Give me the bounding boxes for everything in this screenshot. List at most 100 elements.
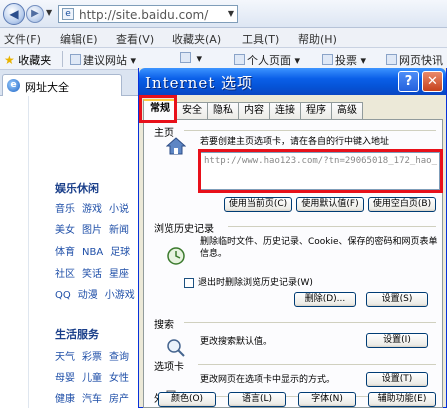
internet-options-dialog: Internet 选项 ? ✕ 常规 安全 隐私 内容 连接 程序 高级 主页 … — [138, 68, 447, 408]
use-default-button[interactable]: 使用默认值(F) — [296, 197, 364, 212]
site-link[interactable]: 体育 — [55, 247, 75, 258]
site-link[interactable]: 音乐 — [55, 204, 75, 215]
close-button[interactable]: ✕ — [422, 71, 443, 92]
home-icon — [166, 137, 186, 155]
site-link[interactable]: QQ — [55, 290, 71, 301]
site-link[interactable]: 健康 — [55, 394, 75, 405]
dialog-tabs: 常规 安全 隐私 内容 连接 程序 高级 — [143, 99, 443, 120]
use-blank-button[interactable]: 使用空白页(B) — [368, 197, 436, 212]
browser-tab[interactable]: e 网址大全 — [2, 74, 122, 96]
fav-link-label: 建议网站 — [83, 54, 127, 67]
address-dropdown-icon[interactable]: ▼ — [228, 9, 234, 18]
site-link[interactable]: 社区 — [55, 269, 75, 280]
site-link[interactable]: 汽车 — [82, 394, 102, 405]
fav-link-personal[interactable]: 个人页面 ▾ — [234, 52, 300, 68]
history-group-title: 浏览历史记录 — [154, 224, 214, 235]
tab-programs[interactable]: 程序 — [300, 102, 332, 119]
site-link[interactable]: 彩票 — [82, 352, 102, 363]
favorites-label: 收藏夹 — [18, 54, 52, 67]
ie-icon: e — [7, 79, 20, 92]
folder-icon — [234, 54, 245, 65]
folder-icon — [322, 54, 333, 65]
history-dropdown-icon[interactable]: ▼ — [46, 8, 52, 17]
site-link[interactable]: 笑话 — [82, 269, 102, 280]
tab-advanced[interactable]: 高级 — [331, 102, 363, 119]
colors-button[interactable]: 颜色(O) — [158, 392, 216, 407]
favorites-bar: ★ 收藏夹 建议网站 ▾ ▾ 个人页面 ▾ 投票 ▾ 网页快讯 — [0, 48, 447, 70]
search-icon — [167, 339, 185, 357]
accessibility-button[interactable]: 辅助功能(E) — [368, 392, 436, 407]
forward-button[interactable]: ▶ — [26, 5, 44, 23]
tabs-group-title: 选项卡 — [154, 362, 184, 373]
site-link[interactable]: 查询 — [109, 352, 129, 363]
site-link[interactable]: NBA — [82, 247, 103, 258]
delete-history-button[interactable]: 删除(D)... — [294, 292, 356, 307]
category-title: 娱乐休闲 — [55, 182, 99, 195]
tab-privacy[interactable]: 隐私 — [207, 102, 239, 119]
navigation-bar: ◀ ▶ ▼ e http://site.baidu.com/ ▼ — [0, 0, 447, 28]
back-button[interactable]: ◀ — [3, 3, 25, 25]
tab-highlight-box — [139, 95, 177, 123]
delete-on-exit-label: 退出时删除浏览历史记录(W) — [198, 278, 313, 288]
fav-link-label: 个人页面 — [247, 54, 291, 67]
site-link[interactable]: 美女 — [55, 225, 75, 236]
tabs-settings-button[interactable]: 设置(T) — [366, 372, 428, 387]
link-row: 天气 彩票 查询 — [55, 348, 136, 363]
general-panel: 主页 若要创建主页选项卡，请在各自的行中键入地址 http://www.hao1… — [143, 119, 443, 408]
fav-link-label: 投票 — [335, 54, 357, 67]
fonts-button[interactable]: 字体(N) — [298, 392, 356, 407]
tab-content[interactable]: 内容 — [238, 102, 270, 119]
fav-link-label: 网页快讯 — [399, 54, 443, 67]
tab-connections[interactable]: 连接 — [269, 102, 301, 119]
site-link[interactable]: 足球 — [110, 247, 130, 258]
address-text: http://site.baidu.com/ — [79, 8, 209, 22]
menu-help[interactable]: 帮助(H) — [298, 31, 337, 47]
site-link[interactable]: 新闻 — [109, 225, 129, 236]
site-link[interactable]: 女性 — [109, 373, 129, 384]
menu-edit[interactable]: 编辑(E) — [60, 31, 98, 47]
use-current-button[interactable]: 使用当前页(C) — [224, 197, 292, 212]
history-description: 删除临时文件、历史记录、Cookie、保存的密码和网页表单信息。 — [200, 237, 438, 259]
tabs-description: 更改网页在选项卡中显示的方式。 — [200, 375, 336, 385]
web-slice-icon — [386, 54, 397, 65]
languages-button[interactable]: 语言(L) — [228, 392, 286, 407]
site-link[interactable]: 游戏 — [82, 204, 102, 215]
link-row: 音乐 游戏 小说 — [55, 200, 136, 215]
menu-view[interactable]: 查看(V) — [116, 31, 154, 47]
web-slice-icon — [70, 54, 81, 65]
group-divider — [228, 226, 436, 227]
link-row: 美女 图片 新闻 — [55, 221, 136, 236]
site-link[interactable]: 动漫 — [78, 290, 98, 301]
search-settings-button[interactable]: 设置(I) — [366, 333, 428, 348]
site-link[interactable]: 儿童 — [82, 373, 102, 384]
fav-link-webslice[interactable]: 网页快讯 — [386, 52, 443, 68]
address-bar[interactable]: e http://site.baidu.com/ ▼ — [58, 5, 238, 23]
link-row: 母婴 儿童 女性 — [55, 369, 136, 384]
category-column: 娱乐休闲 音乐 游戏 小说 美女 图片 新闻 体育 NBA 足球 社区 笑话 星座 QQ 动漫 小游… — [28, 96, 143, 408]
favorites-button[interactable]: ★ 收藏夹 — [4, 52, 51, 68]
fav-link-suggested[interactable]: 建议网站 ▾ — [70, 52, 136, 68]
delete-on-exit-checkbox[interactable] — [184, 278, 194, 288]
fav-link-blank[interactable]: ▾ — [180, 52, 202, 65]
menu-tools[interactable]: 工具(T) — [242, 31, 279, 47]
help-button[interactable]: ? — [398, 71, 419, 92]
group-divider — [184, 322, 436, 323]
site-link[interactable]: 母婴 — [55, 373, 75, 384]
dialog-titlebar[interactable]: Internet 选项 ? ✕ — [139, 68, 446, 95]
star-icon: ★ — [4, 53, 15, 67]
fav-link-vote[interactable]: 投票 ▾ — [322, 52, 366, 68]
site-link[interactable]: 房产 — [109, 394, 129, 405]
site-link[interactable]: 图片 — [82, 225, 102, 236]
search-group-title: 搜索 — [154, 320, 174, 331]
site-link[interactable]: 小说 — [109, 204, 129, 215]
site-link[interactable]: 小游戏 — [105, 290, 135, 301]
tab-security[interactable]: 安全 — [176, 102, 208, 119]
group-divider — [184, 130, 436, 131]
link-row: 体育 NBA 足球 — [55, 243, 137, 258]
menu-favorites[interactable]: 收藏夹(A) — [172, 31, 221, 47]
site-link[interactable]: 天气 — [55, 352, 75, 363]
separator — [62, 51, 63, 67]
menu-file[interactable]: 文件(F) — [4, 31, 41, 47]
history-settings-button[interactable]: 设置(S) — [366, 292, 428, 307]
site-link[interactable]: 星座 — [109, 269, 129, 280]
